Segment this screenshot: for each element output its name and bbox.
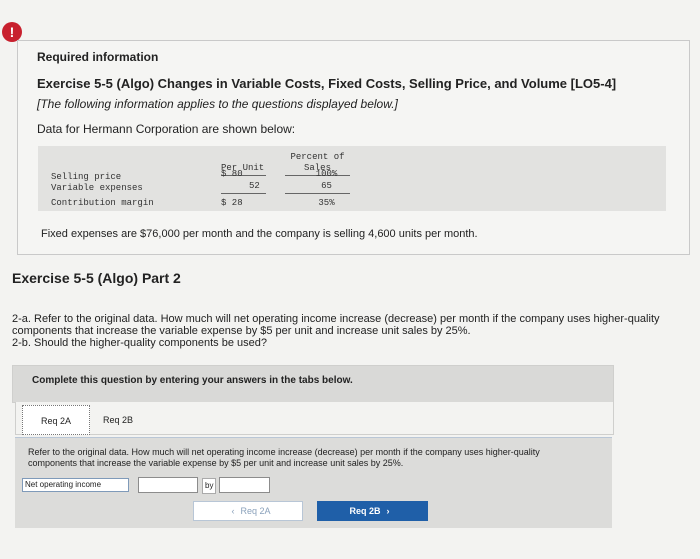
col-header-percent: Percent of: [290, 152, 345, 162]
row-underline-pct: [285, 193, 350, 194]
tab-req-2b[interactable]: Req 2B: [96, 405, 140, 435]
panel-question-text: Refer to the original data. How much wil…: [28, 447, 540, 468]
fixed-expenses-text: Fixed expenses are $76,000 per month and…: [41, 228, 478, 240]
row-pct-selling-price: 100%: [315, 169, 338, 179]
row-pct-contribution-margin: 35%: [318, 198, 335, 208]
by-label: by: [202, 478, 217, 494]
by-amount-input[interactable]: [219, 477, 270, 493]
row-pct-variable-expenses: 65: [321, 181, 332, 191]
prev-req-button[interactable]: ‹ Req 2A: [193, 501, 303, 521]
applies-note: [The following information applies to th…: [37, 97, 398, 111]
chevron-left-icon: ‹: [231, 506, 235, 516]
row-underline-unit: [221, 193, 266, 194]
next-req-button[interactable]: Req 2B ›: [317, 501, 428, 521]
instructions-banner: Complete this question by entering your …: [12, 365, 614, 403]
next-req-label: Req 2B: [349, 506, 381, 516]
question-text: 2-a. Refer to the original data. How muc…: [12, 313, 682, 349]
row-unit-variable-expenses: 52: [249, 181, 260, 191]
prev-req-label: Req 2A: [240, 506, 271, 516]
question-2b: 2-b. Should the higher-quality component…: [12, 337, 268, 349]
data-intro: Data for Hermann Corporation are shown b…: [37, 122, 296, 136]
row-label-selling-price: Selling price: [51, 172, 122, 182]
row-label-variable-expenses: Variable expenses: [51, 183, 143, 193]
answer-panel: Refer to the original data. How much wil…: [15, 437, 612, 528]
alert-icon: !: [2, 22, 22, 42]
instructions-text: Complete this question by entering your …: [32, 375, 353, 386]
exercise-title: Exercise 5-5 (Algo) Changes in Variable …: [37, 76, 617, 91]
row-unit-selling-price: $ 80: [221, 169, 243, 179]
row-label-contribution-margin: Contribution margin: [51, 198, 154, 208]
tab-req-2a[interactable]: Req 2A: [22, 405, 90, 435]
chevron-right-icon: ›: [386, 506, 390, 516]
net-operating-income-label: Net operating income: [22, 478, 129, 492]
question-2a: 2-a. Refer to the original data. How muc…: [12, 313, 660, 337]
required-information-box: Required information Exercise 5-5 (Algo)…: [17, 40, 690, 255]
data-table: Per Unit Percent of Sales Selling price …: [38, 146, 666, 211]
required-information-label: Required information: [37, 50, 159, 64]
net-operating-income-input[interactable]: [138, 477, 198, 493]
row-unit-contribution-margin: $ 28: [221, 198, 243, 208]
part-title: Exercise 5-5 (Algo) Part 2: [12, 270, 181, 286]
